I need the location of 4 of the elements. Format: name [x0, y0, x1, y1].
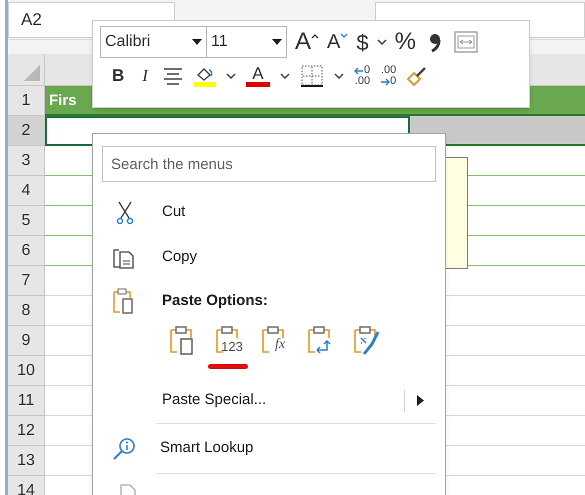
- header-cell-text: Firs: [49, 90, 77, 110]
- icon-label: fx: [274, 338, 286, 352]
- paste-options-heading: Paste Options:: [162, 290, 268, 311]
- icon-label: 123: [221, 340, 243, 353]
